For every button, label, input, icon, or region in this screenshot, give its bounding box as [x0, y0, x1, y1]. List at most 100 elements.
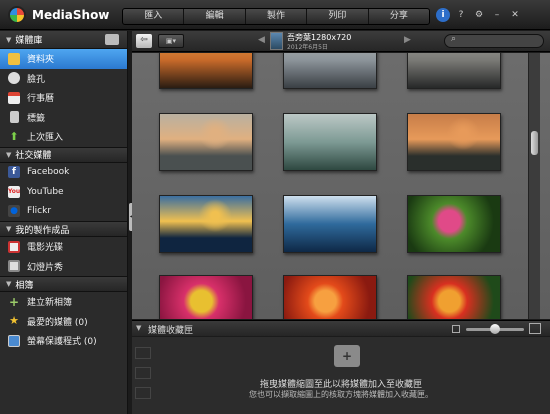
social-section-label: 社交媒體: [15, 151, 52, 161]
app-logo-icon: [8, 6, 26, 24]
small-thumbnail-icon[interactable]: [452, 325, 460, 333]
media-tray[interactable]: + 拖曳媒體縮圖至此以將媒體加入至收藏匣 您也可以擷取縮圖上的核取方塊將媒體加入…: [132, 337, 550, 414]
sidebar-item-youtube[interactable]: You YouTube: [0, 182, 127, 202]
sidebar-item-label: 標籤: [27, 113, 46, 124]
gear-icon[interactable]: ⚙: [472, 8, 486, 22]
media-tray-title: 媒體收藏匣: [148, 326, 194, 336]
media-thumbnail[interactable]: [407, 113, 501, 171]
flickr-icon: ●: [8, 205, 20, 218]
media-thumbnail[interactable]: [407, 195, 501, 253]
media-thumbnail[interactable]: [283, 113, 377, 171]
library-header-label: 媒體庫: [15, 36, 43, 46]
media-thumbnail[interactable]: [159, 113, 253, 171]
facebook-icon: f: [8, 166, 20, 179]
sidebar-item-flickr[interactable]: ● Flickr: [0, 202, 127, 222]
sidebar-item-label: Flickr: [27, 206, 52, 217]
face-icon: [8, 72, 20, 85]
current-file-thumbnail: [270, 32, 283, 50]
sidebar-item-last-import[interactable]: ⬆ 上次匯入: [0, 127, 127, 147]
sidebar-item-label: 建立新相簿: [27, 298, 73, 309]
minimize-icon[interactable]: –: [490, 8, 504, 22]
next-arrow-icon[interactable]: ▶: [404, 35, 411, 45]
browser-toolbar: ⇦ ▣▾ ◀ 吾旁葉1280x720 2012年6月5日 ▶ ⌕: [132, 31, 550, 52]
help-icon[interactable]: ?: [454, 8, 468, 22]
tab-print[interactable]: 列印: [307, 9, 369, 24]
tab-share[interactable]: 分享: [369, 9, 429, 24]
window-controls: i ? ⚙ – ✕: [436, 8, 522, 22]
search-icon: ⌕: [451, 34, 457, 44]
tray-slot: [135, 347, 151, 359]
albums-section-header[interactable]: ▼ 相簿: [0, 276, 127, 292]
sidebar-item-label: 螢幕保護程式 (0): [27, 337, 97, 348]
top-nav: 匯入 編輯 製作 列印 分享: [122, 8, 430, 25]
sidebar-item-facebook[interactable]: f Facebook: [0, 163, 127, 183]
plus-icon: +: [8, 294, 20, 309]
collapse-arrow-icon: ▼: [6, 150, 12, 159]
slideshow-icon: [8, 260, 20, 273]
tab-import[interactable]: 匯入: [123, 9, 185, 24]
sidebar-item-label: 資料夾: [27, 55, 55, 66]
media-thumbnail[interactable]: [283, 275, 377, 319]
media-tray-bar: ▼ 媒體收藏匣: [132, 320, 550, 336]
sidebar: ▼ 媒體庫 資料夾 臉孔 行事曆 標籤 ⬆ 上次匯入 ▼ 社交媒體 f Face…: [0, 31, 128, 414]
sidebar-item-calendar[interactable]: 行事曆: [0, 88, 127, 108]
sidebar-item-faces[interactable]: 臉孔: [0, 69, 127, 89]
library-view-icon[interactable]: [105, 34, 119, 45]
sidebar-item-label: 電影光碟: [27, 243, 64, 254]
current-file-date: 2012年6月5日: [287, 44, 328, 51]
sidebar-item-label: 臉孔: [27, 74, 46, 85]
scrollbar-thumb[interactable]: [531, 131, 538, 155]
previous-arrow-icon[interactable]: ◀: [258, 35, 265, 45]
search-input[interactable]: ⌕: [444, 34, 544, 48]
sidebar-item-label: 最愛的媒體 (0): [27, 317, 88, 328]
large-thumbnail-icon[interactable]: [529, 323, 541, 334]
tab-produce[interactable]: 製作: [246, 9, 308, 24]
import-icon: ⬆: [9, 129, 19, 143]
folder-icon: [8, 52, 20, 65]
sidebar-item-label: 上次匯入: [27, 133, 64, 144]
tag-icon: [10, 111, 19, 124]
productions-section-label: 我的製作成品: [15, 225, 70, 236]
screensaver-icon: [8, 334, 20, 347]
tab-edit[interactable]: 編輯: [184, 9, 246, 24]
media-thumbnail[interactable]: [159, 53, 253, 89]
collapse-arrow-icon: ▼: [6, 35, 12, 44]
movie-disc-icon: [8, 240, 20, 253]
collapse-arrow-icon: ▼: [6, 280, 12, 288]
title-bar: MediaShow 匯入 編輯 製作 列印 分享 i ? ⚙ – ✕: [0, 0, 550, 30]
sidebar-item-label: Facebook: [27, 167, 70, 178]
tray-hint-secondary: 您也可以擷取縮圖上的核取方塊將媒體加入收藏匣。: [249, 390, 433, 399]
view-mode-dropdown[interactable]: ▣▾: [158, 34, 184, 48]
sidebar-item-new-album[interactable]: + 建立新相簿: [0, 292, 127, 312]
close-icon[interactable]: ✕: [508, 8, 522, 22]
app-title: MediaShow: [32, 8, 110, 22]
media-thumbnail[interactable]: [159, 275, 253, 319]
media-thumbnail[interactable]: [159, 195, 253, 253]
star-icon: ★: [9, 314, 19, 328]
sidebar-item-slideshow[interactable]: 幻燈片秀: [0, 257, 127, 277]
sidebar-item-folders[interactable]: 資料夾: [0, 49, 127, 69]
slider-knob[interactable]: [490, 324, 500, 334]
media-thumbnail[interactable]: [407, 53, 501, 89]
productions-section-header[interactable]: ▼ 我的製作成品: [0, 221, 127, 237]
sidebar-item-tags[interactable]: 標籤: [0, 108, 127, 128]
back-button[interactable]: ⇦: [136, 34, 152, 48]
grid-scrollbar[interactable]: [528, 53, 540, 319]
collapse-arrow-icon: ▼: [6, 225, 12, 233]
collapse-arrow-icon[interactable]: ▼: [136, 324, 141, 332]
media-grid: [132, 53, 550, 319]
drag-hand-icon: +: [334, 345, 360, 367]
sidebar-item-screensaver[interactable]: 螢幕保護程式 (0): [0, 331, 127, 351]
sidebar-item-movie-disc[interactable]: 電影光碟: [0, 237, 127, 257]
info-icon[interactable]: i: [436, 8, 450, 22]
sidebar-item-label: 幻燈片秀: [27, 262, 64, 273]
social-section-header[interactable]: ▼ 社交媒體: [0, 146, 127, 163]
sidebar-item-favorites[interactable]: ★ 最愛的媒體 (0): [0, 312, 127, 332]
sidebar-item-label: YouTube: [27, 186, 64, 197]
albums-section-label: 相簿: [15, 280, 34, 291]
media-thumbnail[interactable]: [407, 275, 501, 319]
media-thumbnail[interactable]: [283, 53, 377, 89]
media-thumbnail[interactable]: [283, 195, 377, 253]
sidebar-item-label: 行事曆: [27, 94, 55, 105]
library-header[interactable]: ▼ 媒體庫: [0, 31, 127, 49]
